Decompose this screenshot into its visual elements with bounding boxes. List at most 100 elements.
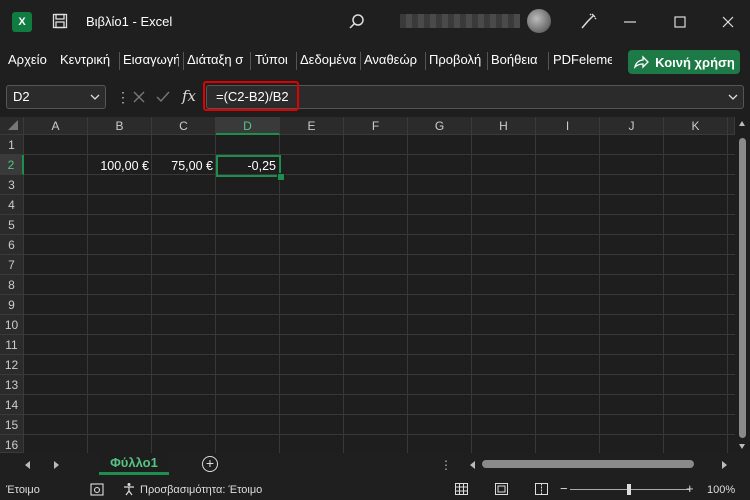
tab-separator	[250, 52, 251, 70]
tab-help[interactable]: Βοήθεια	[491, 52, 538, 67]
share-icon	[634, 55, 650, 69]
row-header-7[interactable]: 7	[0, 255, 24, 275]
row-header-3[interactable]: 3	[0, 175, 24, 195]
tab-separator	[183, 52, 184, 70]
formula-highlight-box	[203, 81, 299, 111]
tab-review[interactable]: Αναθεώρ	[364, 52, 422, 67]
column-header-partial	[728, 117, 735, 135]
select-all-button[interactable]	[0, 117, 24, 135]
column-header-h[interactable]: H	[472, 117, 536, 135]
tab-separator	[360, 52, 361, 70]
gridline	[24, 154, 735, 155]
tab-home[interactable]: Κεντρική	[60, 52, 110, 67]
save-icon[interactable]	[52, 13, 68, 29]
tab-separator	[548, 52, 549, 70]
tab-split-handle-icon[interactable]: ⋮	[440, 458, 452, 472]
zoom-in-button[interactable]: +	[686, 481, 694, 496]
expand-formula-bar-icon[interactable]	[728, 92, 738, 102]
gridline	[24, 194, 735, 195]
window-title: Βιβλίο1 - Excel	[86, 14, 173, 29]
chevron-down-icon[interactable]	[90, 92, 100, 102]
column-header-d[interactable]: D	[216, 117, 280, 135]
cell-c2[interactable]: 75,00 €	[153, 159, 213, 173]
scroll-up-icon[interactable]	[738, 120, 746, 128]
cell-b2[interactable]: 100,00 €	[89, 159, 149, 173]
page-break-view-icon[interactable]	[535, 483, 548, 495]
row-header-13[interactable]: 13	[0, 375, 24, 395]
tab-page-layout[interactable]: Διάταξη σ	[187, 52, 247, 67]
column-header-k[interactable]: K	[664, 117, 728, 135]
row-header-1[interactable]: 1	[0, 135, 24, 155]
gridline	[24, 214, 735, 215]
accessibility-status[interactable]: Προσβασιμότητα: Έτοιμο	[140, 484, 262, 496]
close-icon[interactable]	[718, 12, 738, 32]
row-header-9[interactable]: 9	[0, 295, 24, 315]
share-button[interactable]: Κοινή χρήση	[628, 50, 740, 74]
gridline	[24, 374, 735, 375]
column-header-i[interactable]: I	[536, 117, 600, 135]
tab-pdfelement[interactable]: PDFeleme	[553, 52, 612, 67]
column-header-b[interactable]: B	[88, 117, 152, 135]
column-header-f[interactable]: F	[344, 117, 408, 135]
gridline	[24, 354, 735, 355]
row-header-4[interactable]: 4	[0, 195, 24, 215]
sheet-tab-1[interactable]: Φύλλο1	[99, 453, 169, 475]
gridline	[24, 414, 735, 415]
sheet-next-icon[interactable]	[52, 460, 60, 470]
page-layout-view-icon[interactable]	[495, 483, 508, 495]
column-header-j[interactable]: J	[600, 117, 664, 135]
zoom-out-button[interactable]: −	[560, 481, 568, 496]
tab-formulas[interactable]: Τύποι	[255, 52, 288, 67]
zoom-level[interactable]: 100%	[707, 484, 735, 496]
gridline	[24, 254, 735, 255]
gridline	[24, 434, 735, 435]
row-header-14[interactable]: 14	[0, 395, 24, 415]
row-header-11[interactable]: 11	[0, 335, 24, 355]
share-label: Κοινή χρήση	[655, 54, 735, 70]
row-header-12[interactable]: 12	[0, 355, 24, 375]
search-icon[interactable]	[347, 12, 367, 32]
normal-view-icon[interactable]	[455, 483, 468, 495]
tab-separator	[425, 52, 426, 70]
tab-view[interactable]: Προβολή	[429, 52, 481, 67]
macro-record-icon[interactable]	[90, 483, 104, 496]
tab-separator	[296, 52, 297, 70]
tab-separator	[487, 52, 488, 70]
row-header-8[interactable]: 8	[0, 275, 24, 295]
account-name	[400, 14, 520, 28]
column-header-g[interactable]: G	[408, 117, 472, 135]
enter-icon	[156, 91, 170, 103]
row-header-6[interactable]: 6	[0, 235, 24, 255]
brush-icon[interactable]	[578, 12, 598, 32]
vertical-scroll-thumb[interactable]	[739, 138, 746, 438]
gridline	[24, 394, 735, 395]
gridline	[24, 274, 735, 275]
maximize-icon[interactable]	[670, 12, 690, 32]
fill-handle[interactable]	[277, 173, 285, 181]
accessibility-icon[interactable]	[122, 482, 136, 496]
column-header-e[interactable]: E	[280, 117, 344, 135]
row-header-2[interactable]: 2	[0, 155, 24, 175]
row-header-16[interactable]: 16	[0, 435, 24, 453]
column-header-a[interactable]: A	[24, 117, 88, 135]
tab-file[interactable]: Αρχείο	[8, 52, 47, 67]
row-header-5[interactable]: 5	[0, 215, 24, 235]
add-sheet-button[interactable]: +	[202, 456, 218, 472]
zoom-slider-thumb[interactable]	[627, 484, 631, 495]
horizontal-scroll-thumb[interactable]	[482, 460, 694, 468]
column-header-c[interactable]: C	[152, 117, 216, 135]
scroll-right-icon[interactable]	[720, 460, 728, 470]
gridline	[24, 294, 735, 295]
tab-data[interactable]: Δεδομένα	[300, 52, 357, 67]
scroll-left-icon[interactable]	[469, 460, 477, 470]
sheet-prev-icon[interactable]	[24, 460, 32, 470]
minimize-icon[interactable]	[620, 12, 640, 32]
tab-insert[interactable]: Εισαγωγή	[123, 52, 179, 67]
scroll-down-icon[interactable]	[738, 442, 746, 450]
active-cell-border	[216, 155, 281, 177]
gridline	[24, 174, 735, 175]
avatar[interactable]	[527, 9, 551, 33]
row-header-15[interactable]: 15	[0, 415, 24, 435]
insert-function-button[interactable]: fx	[182, 87, 196, 105]
row-header-10[interactable]: 10	[0, 315, 24, 335]
